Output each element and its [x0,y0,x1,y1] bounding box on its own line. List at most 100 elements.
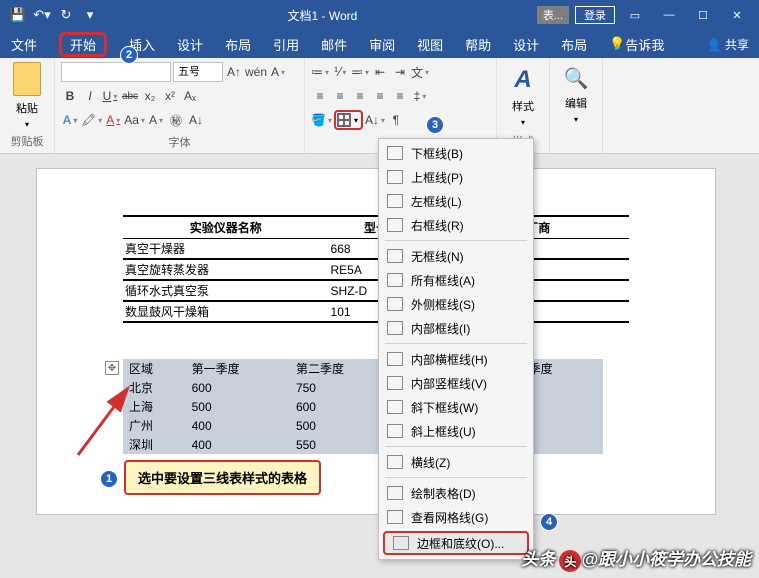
border-menu-item[interactable]: 右框线(R) [379,213,533,237]
align-right-icon[interactable]: ≡ [351,86,369,106]
grow-font-icon[interactable]: A↑ [225,62,243,82]
table-cell[interactable]: 600 [186,378,290,397]
increase-indent-icon[interactable]: ⇥ [391,62,409,82]
border-type-icon [387,400,403,414]
ribbon-tabs: 文件 开始 插入 设计 布局 引用 邮件 审阅 视图 帮助 设计 布局 💡 告诉… [0,30,759,58]
border-menu-item[interactable]: 外侧框线(S) [379,292,533,316]
bold-button[interactable]: B [61,86,79,106]
borders-button[interactable]: ▾ [334,110,363,130]
editing-button[interactable]: 🔍 编辑▾ [556,62,596,134]
underline-button[interactable]: U [101,86,119,106]
menu-separator [385,343,527,344]
clipboard-icon [13,62,41,96]
text-effects-icon[interactable]: A [61,110,79,130]
tab-help[interactable]: 帮助 [454,30,502,58]
tab-table-layout[interactable]: 布局 [550,30,598,58]
multilevel-icon[interactable]: ≕ [351,62,369,82]
qat-customize-icon[interactable]: ▾ [80,5,100,25]
asian-layout-icon[interactable]: 文 [411,62,429,82]
close-icon[interactable]: ✕ [723,5,751,25]
border-menu-item[interactable]: 上框线(P) [379,165,533,189]
border-type-icon [387,170,403,184]
tab-review[interactable]: 审阅 [358,30,406,58]
ribbon-options-icon[interactable]: ▭ [621,5,649,25]
enclosed-char-icon[interactable]: ㊙ [167,110,185,130]
border-type-icon [387,486,403,500]
align-center-icon[interactable]: ≡ [331,86,349,106]
menu-separator [385,446,527,447]
border-menu-item[interactable]: 无框线(N) [379,244,533,268]
border-menu-item[interactable]: 斜下框线(W) [379,395,533,419]
three-line-table[interactable]: 实验仪器名称型号生产厂商真空干燥器668器设备有限公司真空旋转蒸发器RE5A生化… [123,215,629,323]
tab-layout[interactable]: 布局 [214,30,262,58]
font-family-select[interactable] [61,62,171,82]
tab-view[interactable]: 视图 [406,30,454,58]
table-move-handle[interactable]: ✥ [105,361,119,375]
border-menu-item[interactable]: 内部竖框线(V) [379,371,533,395]
tab-file[interactable]: 文件 [0,30,48,58]
shrink-font-icon[interactable]: A↓ [187,110,205,130]
border-menu-item[interactable]: 边框和底纹(O)... [383,531,529,555]
table-cell[interactable]: 数显鼓风干燥箱 [123,301,329,322]
undo-icon[interactable]: ↶▾ [32,5,52,25]
table-cell[interactable]: 循环水式真空泵 [123,280,329,301]
strike-button[interactable]: abc [121,86,139,106]
border-type-icon [387,249,403,263]
minimize-icon[interactable]: ― [655,5,683,25]
login-button[interactable]: 登录 [575,6,615,24]
superscript-button[interactable]: x² [161,86,179,106]
tab-mailings[interactable]: 邮件 [310,30,358,58]
border-menu-item[interactable]: 横线(Z) [379,450,533,474]
border-type-icon [387,146,403,160]
table-cell[interactable]: 真空旋转蒸发器 [123,259,329,280]
tab-home[interactable]: 开始 [48,30,118,58]
line-spacing-icon[interactable]: ‡ [411,86,429,106]
border-menu-item[interactable]: 内部框线(I) [379,316,533,340]
numbering-icon[interactable]: ⅟ [331,62,349,82]
redo-icon[interactable]: ↻ [56,5,76,25]
change-case-icon[interactable]: Aa [124,110,145,130]
subscript-button[interactable]: x₂ [141,86,159,106]
font-color-icon[interactable]: A [104,110,122,130]
maximize-icon[interactable]: ☐ [689,5,717,25]
border-type-icon [387,510,403,524]
table-cell[interactable]: 400 [186,416,290,435]
bullets-icon[interactable]: ≔ [311,62,329,82]
table-cell[interactable]: 400 [186,435,290,454]
menu-separator [385,240,527,241]
highlight-icon[interactable]: 🖍 [81,110,102,130]
border-menu-item[interactable]: 查看网格线(G) [379,505,533,529]
show-marks-icon[interactable]: ¶ [387,110,405,130]
justify-icon[interactable]: ≡ [371,86,389,106]
italic-button[interactable]: I [81,86,99,106]
border-menu-item[interactable]: 下框线(B) [379,141,533,165]
char-border-icon[interactable]: A [269,62,287,82]
styles-button[interactable]: A 样式▾ [503,62,543,133]
menu-separator [385,477,527,478]
table-tools-label: 表... [537,6,569,24]
align-left-icon[interactable]: ≡ [311,86,329,106]
border-menu-item[interactable]: 斜上框线(U) [379,419,533,443]
share-button[interactable]: 👤 共享 [707,36,749,53]
tab-tellme[interactable]: 💡 告诉我 [598,30,675,58]
phonetic-icon[interactable]: wén [245,62,267,82]
border-menu-item[interactable]: 所有框线(A) [379,268,533,292]
border-menu-item[interactable]: 绘制表格(D) [379,481,533,505]
table-cell[interactable]: 500 [186,397,290,416]
tab-table-design[interactable]: 设计 [502,30,550,58]
distribute-icon[interactable]: ≡ [391,86,409,106]
paste-button[interactable]: 粘贴▾ [6,62,48,133]
border-menu-item[interactable]: 左框线(L) [379,189,533,213]
tab-design[interactable]: 设计 [166,30,214,58]
border-type-icon [387,273,403,287]
sort-icon[interactable]: A↓ [365,110,385,130]
font-size-select[interactable]: 五号 [173,62,223,82]
save-icon[interactable]: 💾 [8,5,28,25]
table-cell[interactable]: 真空干燥器 [123,239,329,260]
char-shading-icon[interactable]: A [147,110,165,130]
tab-references[interactable]: 引用 [262,30,310,58]
clear-format-icon[interactable]: Aₓ [181,86,199,106]
shading-icon[interactable]: 🪣 [311,110,332,130]
border-menu-item[interactable]: 内部横框线(H) [379,347,533,371]
decrease-indent-icon[interactable]: ⇤ [371,62,389,82]
